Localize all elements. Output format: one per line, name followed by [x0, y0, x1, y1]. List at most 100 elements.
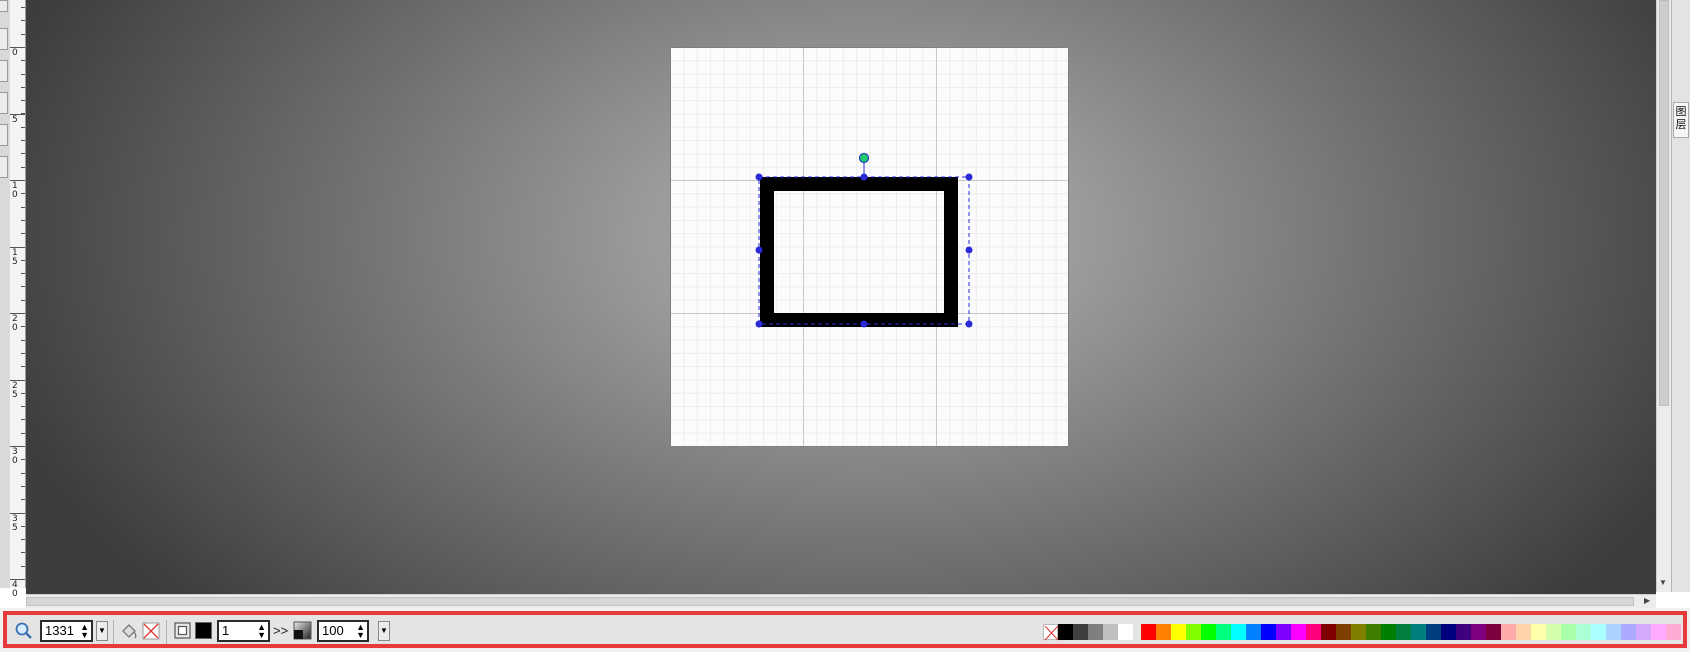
rectangle-shape[interactable] [760, 177, 958, 327]
ruler-tick [21, 193, 25, 194]
color-swatch[interactable] [1216, 624, 1231, 640]
ruler-tick [21, 326, 25, 327]
selection-layer[interactable] [671, 48, 1070, 448]
ruler-tick [21, 393, 25, 394]
tool-button[interactable] [0, 124, 8, 146]
ruler-tick [21, 87, 25, 88]
zoom-dropdown[interactable]: ▼ [96, 621, 108, 641]
ruler-label: 5 [12, 523, 18, 533]
color-swatch[interactable] [1201, 624, 1216, 640]
opacity-input[interactable]: 100 ▲ ▼ [317, 620, 369, 642]
color-swatch[interactable] [1156, 624, 1171, 640]
horizontal-scroll-thumb[interactable] [26, 597, 1634, 606]
opacity-icon[interactable] [293, 621, 312, 645]
color-swatch[interactable] [1073, 624, 1088, 640]
vertical-scrollbar[interactable]: ▼ [1656, 0, 1671, 592]
canvas-area[interactable] [26, 0, 1656, 594]
fill-bucket-icon[interactable] [119, 621, 139, 646]
bottom-bar: 1331 ▲ ▼ ▼ 1 ▲ ▼ >> 100 ▲ ▼ ▼ [0, 608, 1690, 652]
ruler-tick [21, 260, 25, 261]
color-swatch[interactable] [1501, 624, 1516, 640]
color-swatch[interactable] [1426, 624, 1441, 640]
color-swatch[interactable] [1471, 624, 1486, 640]
drawing-page[interactable] [670, 47, 1069, 447]
color-swatch[interactable] [1636, 624, 1651, 640]
color-swatch[interactable] [1546, 624, 1561, 640]
color-swatch[interactable] [1666, 624, 1681, 640]
resize-handle-sw[interactable] [755, 320, 763, 328]
resize-handle-n[interactable] [860, 173, 868, 181]
ruler-tick [21, 60, 25, 61]
stroke-color-swatch[interactable] [195, 622, 212, 639]
tool-button[interactable] [0, 28, 8, 50]
resize-handle-nw[interactable] [755, 173, 763, 181]
color-swatch[interactable] [1276, 624, 1291, 640]
ruler-tick [21, 286, 25, 287]
color-swatch[interactable] [1621, 624, 1636, 640]
color-swatch[interactable] [1651, 624, 1666, 640]
ruler-tick [21, 406, 25, 407]
resize-handle-se[interactable] [965, 320, 973, 328]
tool-button[interactable] [0, 60, 8, 82]
resize-handle-e[interactable] [965, 246, 973, 254]
scroll-right-arrow-icon[interactable]: ▶ [1644, 595, 1650, 607]
zoom-input[interactable]: 1331 ▲ ▼ [40, 620, 93, 642]
resize-handle-w[interactable] [755, 246, 763, 254]
tool-button[interactable] [0, 92, 8, 114]
color-swatch[interactable] [1058, 624, 1073, 640]
no-fill-icon[interactable] [142, 622, 160, 645]
resize-handle-s[interactable] [860, 320, 868, 328]
color-swatch[interactable] [1141, 624, 1156, 640]
spin-arrows-icon[interactable]: ▲ ▼ [356, 623, 365, 640]
color-swatch[interactable] [1441, 624, 1456, 640]
stroke-style-icon[interactable] [174, 622, 191, 644]
color-swatch[interactable] [1456, 624, 1471, 640]
color-swatch[interactable] [1561, 624, 1576, 640]
opacity-dropdown[interactable]: ▼ [378, 621, 390, 641]
color-swatch[interactable] [1088, 624, 1103, 640]
ruler-tick [21, 366, 25, 367]
color-swatch[interactable] [1321, 624, 1336, 640]
layers-tab[interactable]: 图 层 [1673, 102, 1689, 138]
tool-button[interactable] [0, 156, 8, 178]
color-swatch[interactable] [1606, 624, 1621, 640]
toolbar-separator [166, 620, 167, 644]
color-swatch[interactable] [1591, 624, 1606, 640]
ruler-tick [21, 273, 25, 274]
color-swatch[interactable] [1411, 624, 1426, 640]
ruler-label: 0 [12, 456, 18, 466]
color-swatch[interactable] [1171, 624, 1186, 640]
rotate-handle[interactable] [858, 152, 870, 164]
color-swatch[interactable] [1291, 624, 1306, 640]
color-swatch[interactable] [1516, 624, 1531, 640]
tool-button[interactable] [0, 0, 8, 12]
color-swatch[interactable] [1396, 624, 1411, 640]
horizontal-scrollbar[interactable]: ◀ ▶ [26, 594, 1656, 608]
color-swatch[interactable] [1351, 624, 1366, 640]
spin-arrows-icon[interactable]: ▲ ▼ [80, 623, 89, 640]
color-swatch[interactable] [1381, 624, 1396, 640]
ruler-label: 0 [12, 48, 18, 58]
color-swatch[interactable] [1576, 624, 1591, 640]
color-swatch[interactable] [1366, 624, 1381, 640]
stroke-width-input[interactable]: 1 ▲ ▼ [217, 620, 270, 642]
color-swatch[interactable] [1246, 624, 1261, 640]
color-swatch[interactable] [1261, 624, 1276, 640]
resize-handle-ne[interactable] [965, 173, 973, 181]
more-options-button[interactable]: >> [273, 623, 288, 638]
color-swatch[interactable] [1306, 624, 1321, 640]
ruler-tick [21, 220, 25, 221]
color-swatch[interactable] [1231, 624, 1246, 640]
color-swatch[interactable] [1486, 624, 1501, 640]
no-color-swatch-icon[interactable] [1043, 624, 1059, 641]
color-swatch[interactable] [1531, 624, 1546, 640]
spin-arrows-icon[interactable]: ▲ ▼ [257, 623, 266, 640]
scroll-down-arrow-icon[interactable]: ▼ [1659, 578, 1667, 587]
color-swatch[interactable] [1103, 624, 1118, 640]
zoom-icon[interactable] [15, 622, 33, 645]
color-swatch[interactable] [1336, 624, 1351, 640]
color-swatch[interactable] [1186, 624, 1201, 640]
ruler-tick [21, 100, 25, 101]
vertical-scroll-thumb[interactable] [1659, 0, 1669, 406]
color-swatch[interactable] [1118, 624, 1133, 640]
